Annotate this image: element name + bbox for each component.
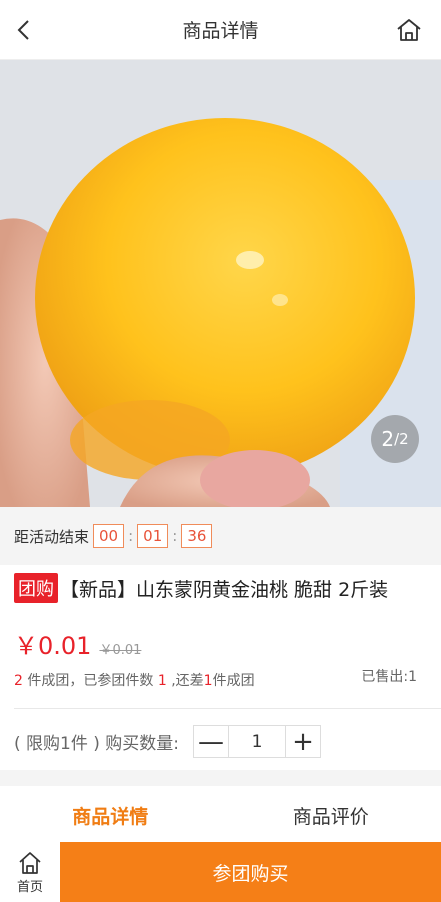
- increase-button[interactable]: +: [286, 726, 320, 757]
- product-name: 【新品】山东蒙阴黄金油桃 脆甜 2斤装: [60, 578, 389, 601]
- sold-count: 已售出:1: [361, 669, 417, 685]
- home-label: 首页: [16, 879, 43, 895]
- back-arrow-icon[interactable]: [10, 15, 40, 45]
- gallery-current: 2: [381, 427, 395, 451]
- group-status: 2 件成团，已参团件数 1 ,还差1件成团: [14, 670, 255, 690]
- countdown-minutes: 01: [137, 524, 169, 548]
- price-row: ￥0.01 ￥0.01: [14, 626, 141, 661]
- group-buy-tag: 团购: [14, 573, 58, 603]
- top-bar: 商品详情: [0, 0, 441, 60]
- product-title: 团购 【新品】山东蒙阴黄金油桃 脆甜 2斤装: [14, 573, 434, 603]
- countdown-label: 距活动结束: [14, 527, 90, 546]
- original-price: ￥0.01: [99, 643, 142, 658]
- gallery-total: /2: [394, 430, 409, 448]
- section-gap: [0, 770, 441, 786]
- join-group-buy-button[interactable]: 参团购买: [60, 842, 441, 902]
- group-remain-count: 1: [203, 673, 213, 689]
- group-need-text: 件成团，已参团件数: [22, 673, 158, 689]
- quantity-row: ( 限购1件 ) 购买数量: — 1 +: [14, 725, 322, 758]
- divider: [14, 708, 441, 709]
- quantity-input[interactable]: 1: [228, 726, 287, 757]
- countdown-seconds: 36: [181, 524, 213, 548]
- detail-tabs: 商品详情 商品评价: [0, 786, 441, 844]
- group-joined-count: 1: [157, 673, 167, 689]
- quantity-label: ( 限购1件 ) 购买数量:: [14, 734, 180, 754]
- group-joined-text: ,还差: [166, 673, 204, 689]
- countdown-separator: :: [128, 527, 134, 545]
- decrease-button[interactable]: —: [194, 726, 228, 757]
- countdown-separator: :: [172, 527, 178, 545]
- group-need-count: 2: [14, 673, 23, 689]
- tab-product-details[interactable]: 商品详情: [0, 786, 221, 844]
- group-remain-text: 件成团: [212, 673, 255, 689]
- countdown-hours: 00: [93, 524, 125, 548]
- home-icon[interactable]: [395, 16, 423, 44]
- quantity-stepper: — 1 +: [193, 725, 322, 758]
- countdown-bar: 距活动结束 00: 01: 36: [0, 507, 441, 565]
- page-title: 商品详情: [182, 20, 259, 42]
- bottom-home-button[interactable]: 首页: [0, 842, 60, 902]
- bottom-bar: 首页 参团购买: [0, 842, 441, 902]
- home-icon: [19, 851, 41, 874]
- gallery-page-indicator: 2/2: [371, 415, 419, 463]
- current-price: ￥0.01: [14, 632, 92, 660]
- tab-product-reviews[interactable]: 商品评价: [221, 786, 441, 844]
